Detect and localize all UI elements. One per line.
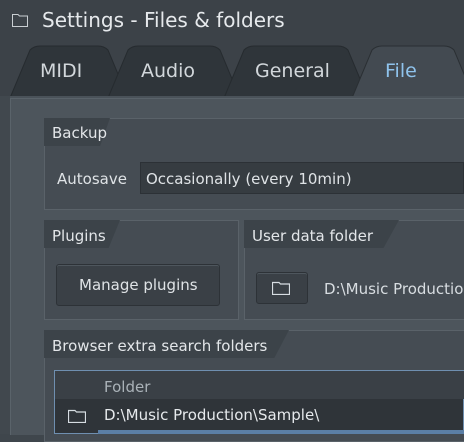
folder-icon[interactable] [272,281,290,295]
plugins-title: Plugins [52,227,106,245]
tab-midi-label[interactable]: MIDI [40,60,82,82]
tab-file-label[interactable]: File [385,60,417,82]
user-data-path: D:\Music Production [324,280,464,298]
content-left-edge [0,96,10,434]
tab-general-label[interactable]: General [255,60,330,82]
folder-column-label[interactable]: Folder [104,378,150,396]
folder-icon [12,14,28,27]
autosave-value[interactable]: Occasionally (every 10min) [146,170,352,188]
user-data-title: User data folder [252,227,374,245]
manage-plugins-label[interactable]: Manage plugins [79,276,198,294]
autosave-label: Autosave [57,170,127,188]
browser-folders-title: Browser extra search folders [52,337,268,355]
tab-audio-label[interactable]: Audio [141,60,195,82]
folder-icon [68,409,86,423]
backup-title: Backup [52,124,107,142]
window-title: Settings - Files & folders [42,8,285,32]
selected-row-highlight[interactable] [98,430,464,434]
folder-row-path[interactable]: D:\Music Production\Sample\ [104,406,319,424]
